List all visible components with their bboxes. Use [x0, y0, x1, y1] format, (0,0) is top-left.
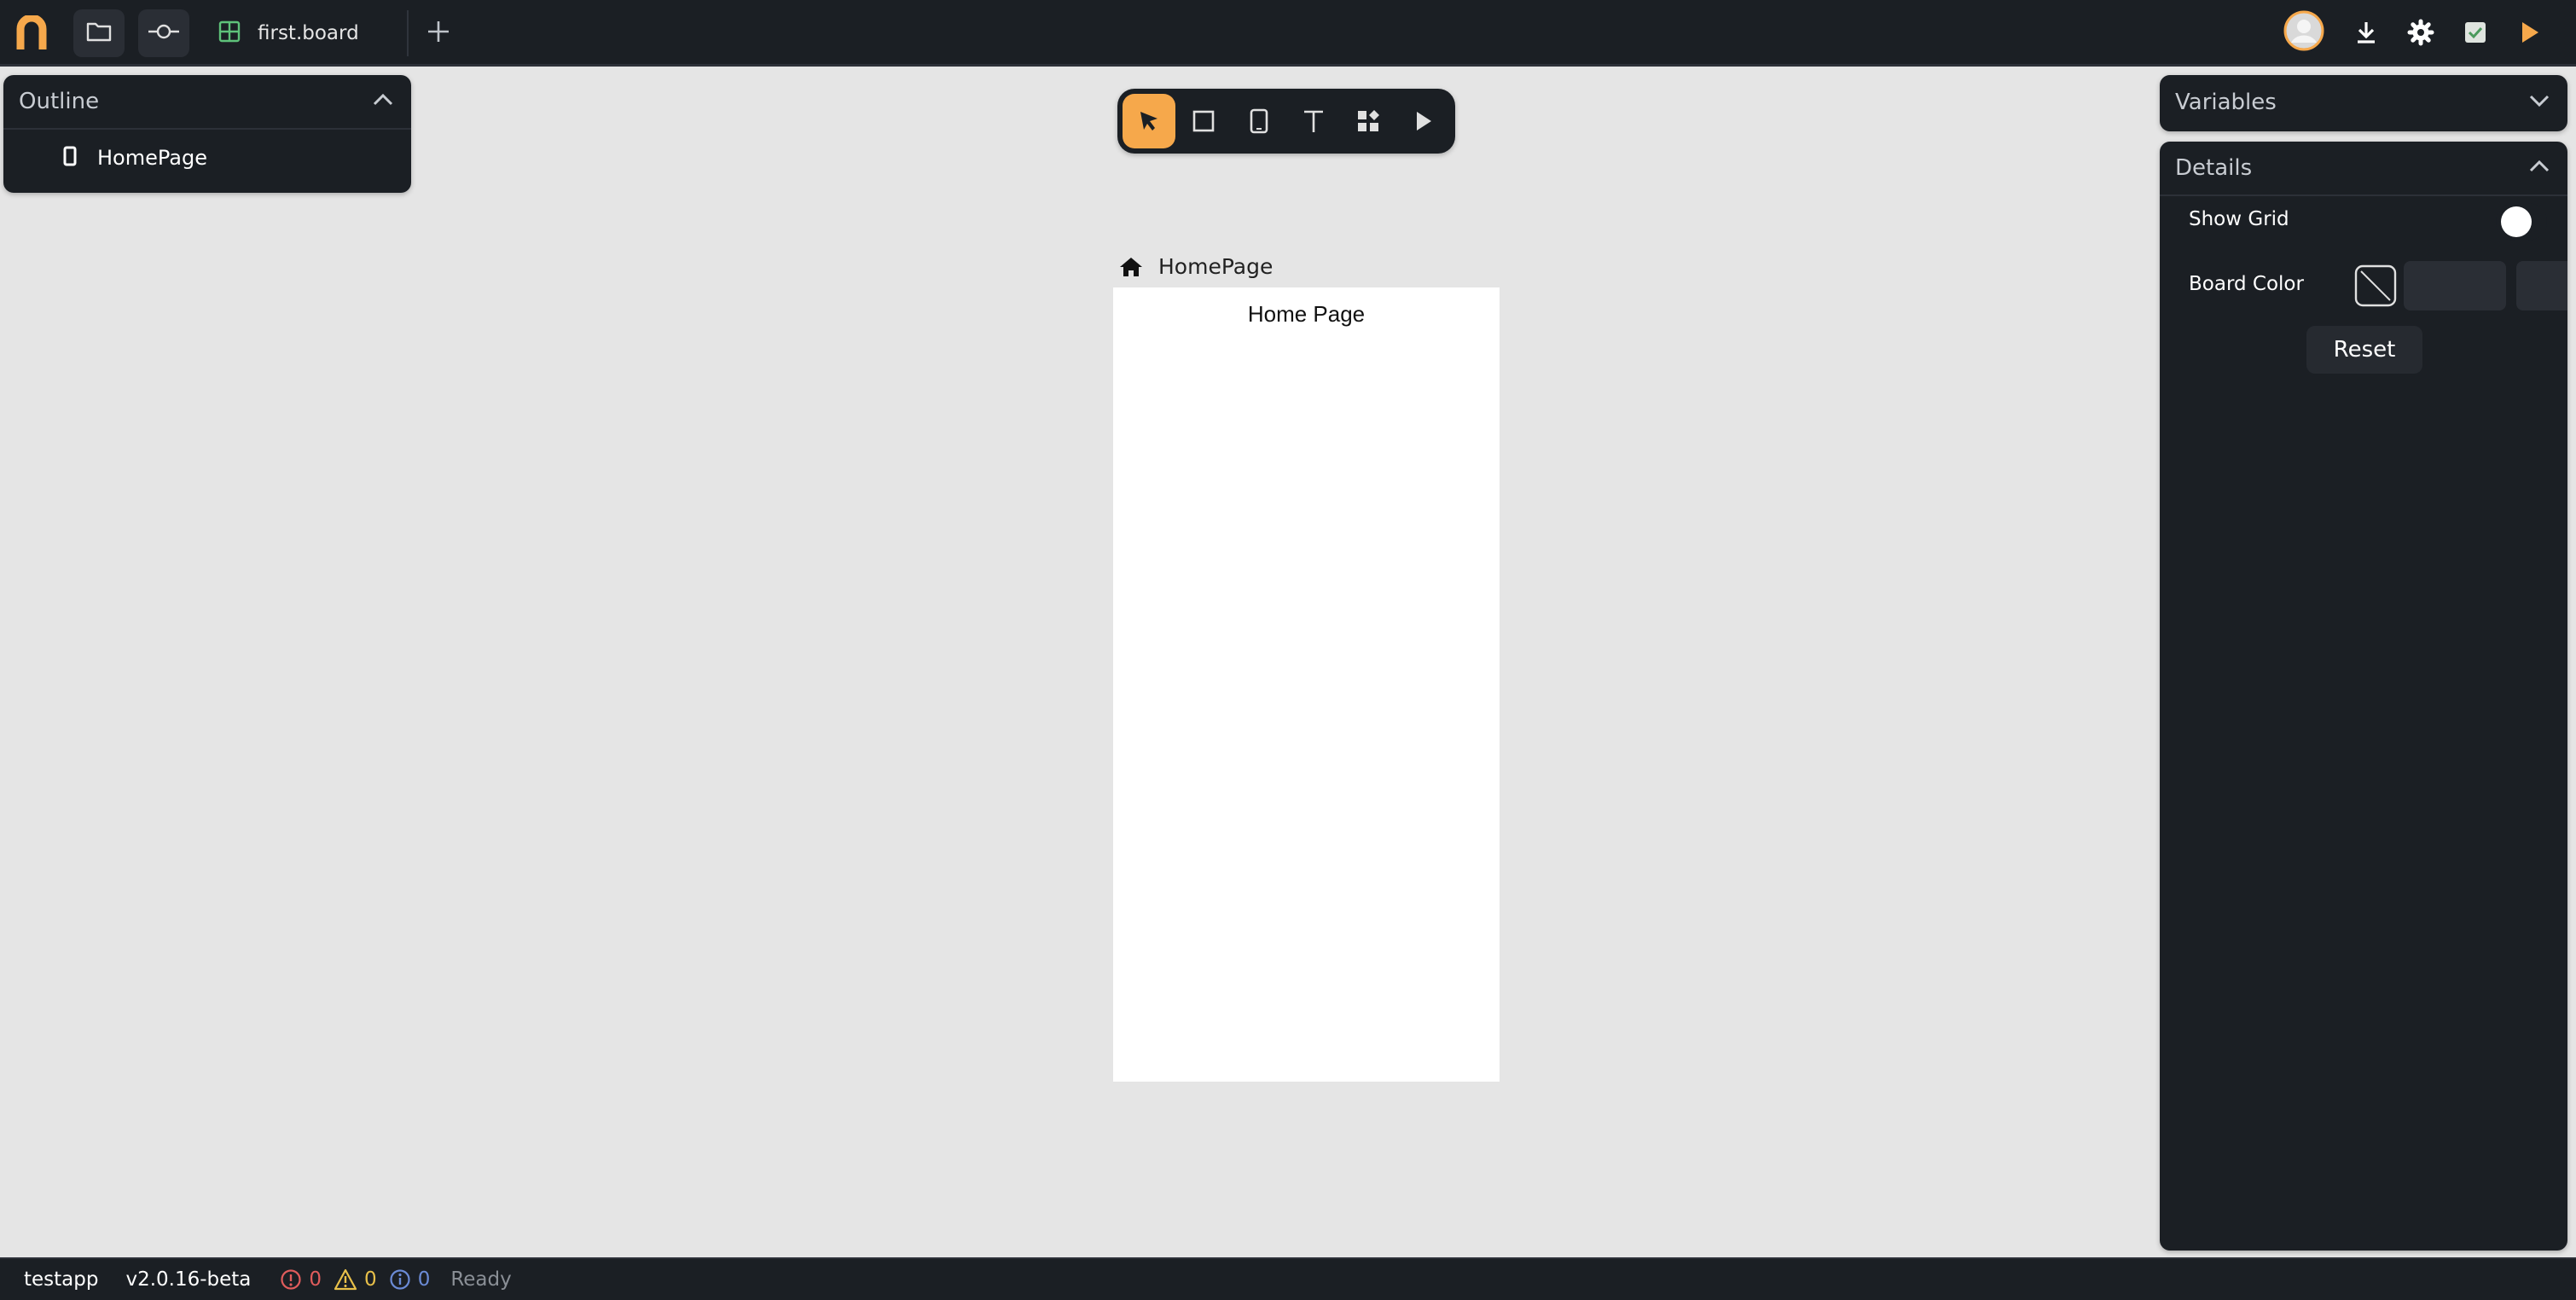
download-button[interactable] — [2349, 15, 2383, 49]
text-tool[interactable] — [1287, 94, 1340, 148]
download-icon — [2358, 22, 2375, 44]
outline-item-homepage[interactable]: HomePage — [3, 130, 411, 186]
phone-icon — [1250, 108, 1268, 134]
rectangle-icon — [1193, 110, 1215, 132]
preview-tool[interactable] — [1397, 94, 1450, 148]
version-control-button[interactable] — [138, 9, 189, 57]
warning-count: 0 — [364, 1268, 377, 1291]
details-panel: Details Show Grid Board Color Reset — [2160, 142, 2567, 1251]
error-icon — [281, 1269, 302, 1290]
outline-title: Outline — [19, 89, 100, 114]
chevron-up-icon[interactable] — [372, 93, 394, 110]
home-icon — [1120, 257, 1142, 276]
board-color-label: Board Color — [2189, 273, 2304, 295]
project-name: testapp — [24, 1268, 99, 1291]
cursor-icon — [1140, 112, 1158, 131]
color-swatch[interactable] — [2354, 264, 2397, 307]
avatar-icon — [2283, 10, 2324, 51]
avatar[interactable] — [2283, 9, 2325, 52]
outline-item-label: HomePage — [97, 146, 207, 170]
widgets-icon — [1358, 110, 1380, 131]
rectangle-tool[interactable] — [1177, 94, 1230, 148]
tab-first-board[interactable]: first.board — [213, 9, 385, 58]
details-header[interactable]: Details — [2160, 142, 2567, 196]
select-tool[interactable] — [1123, 94, 1176, 148]
settings-button[interactable] — [2402, 14, 2440, 51]
board-homepage[interactable]: Home Page — [1113, 287, 1500, 1082]
toggle-knob — [2501, 206, 2532, 237]
outline-header[interactable]: Outline — [3, 75, 411, 130]
error-count: 0 — [309, 1268, 322, 1291]
device-tool[interactable] — [1233, 94, 1285, 148]
no-color-icon — [2354, 264, 2397, 307]
variables-title: Variables — [2175, 90, 2277, 115]
canvas-toolbar — [1117, 89, 1455, 154]
show-grid-toggle[interactable] — [2496, 203, 2547, 241]
show-grid-row: Show Grid — [2160, 196, 2567, 261]
grid-icon — [218, 20, 241, 46]
variables-header[interactable]: Variables — [2160, 75, 2567, 130]
board-color-row: Board Color — [2160, 261, 2567, 314]
files-button[interactable] — [73, 9, 125, 57]
tab-divider — [407, 10, 409, 56]
reset-button[interactable]: Reset — [2306, 326, 2422, 374]
gear-icon — [2407, 19, 2434, 46]
variables-panel: Variables — [2160, 75, 2567, 131]
show-grid-label: Show Grid — [2189, 208, 2289, 230]
warning-icon — [334, 1268, 357, 1291]
top-bar: first.board — [0, 0, 2576, 67]
chevron-down-icon[interactable] — [2528, 94, 2550, 111]
text-icon — [1304, 110, 1324, 132]
problems-summary[interactable]: 0 0 0 — [280, 1268, 430, 1291]
board-title-text[interactable]: Home Page — [1113, 301, 1500, 328]
new-tab-button[interactable] — [421, 10, 455, 56]
outline-panel: Outline HomePage — [3, 75, 411, 193]
color-hex-input[interactable] — [2404, 261, 2506, 310]
app-logo-icon[interactable] — [12, 12, 51, 55]
components-tool[interactable] — [1342, 94, 1395, 148]
version-label: v2.0.16-beta — [125, 1268, 252, 1291]
tab-label: first.board — [258, 22, 359, 44]
commit-icon — [147, 21, 181, 45]
run-button[interactable] — [2511, 14, 2549, 51]
chevron-up-icon[interactable] — [2528, 160, 2550, 177]
status-bar: testapp v2.0.16-beta 0 0 0 Ready — [0, 1257, 2576, 1300]
details-title: Details — [2175, 155, 2253, 181]
checklist-button[interactable] — [2457, 14, 2494, 51]
info-count: 0 — [417, 1268, 431, 1291]
board-label[interactable]: HomePage — [1119, 254, 1273, 279]
play-icon — [2522, 22, 2538, 43]
board-name: HomePage — [1158, 254, 1273, 279]
color-alpha-input[interactable] — [2516, 261, 2567, 310]
checklist-icon — [2465, 22, 2486, 43]
phone-icon — [63, 146, 77, 170]
reset-label: Reset — [2333, 337, 2396, 363]
play-icon — [1416, 112, 1431, 131]
folder-icon — [86, 20, 112, 46]
status-text: Ready — [450, 1268, 512, 1291]
plus-icon — [426, 20, 450, 47]
info-icon — [390, 1269, 410, 1290]
